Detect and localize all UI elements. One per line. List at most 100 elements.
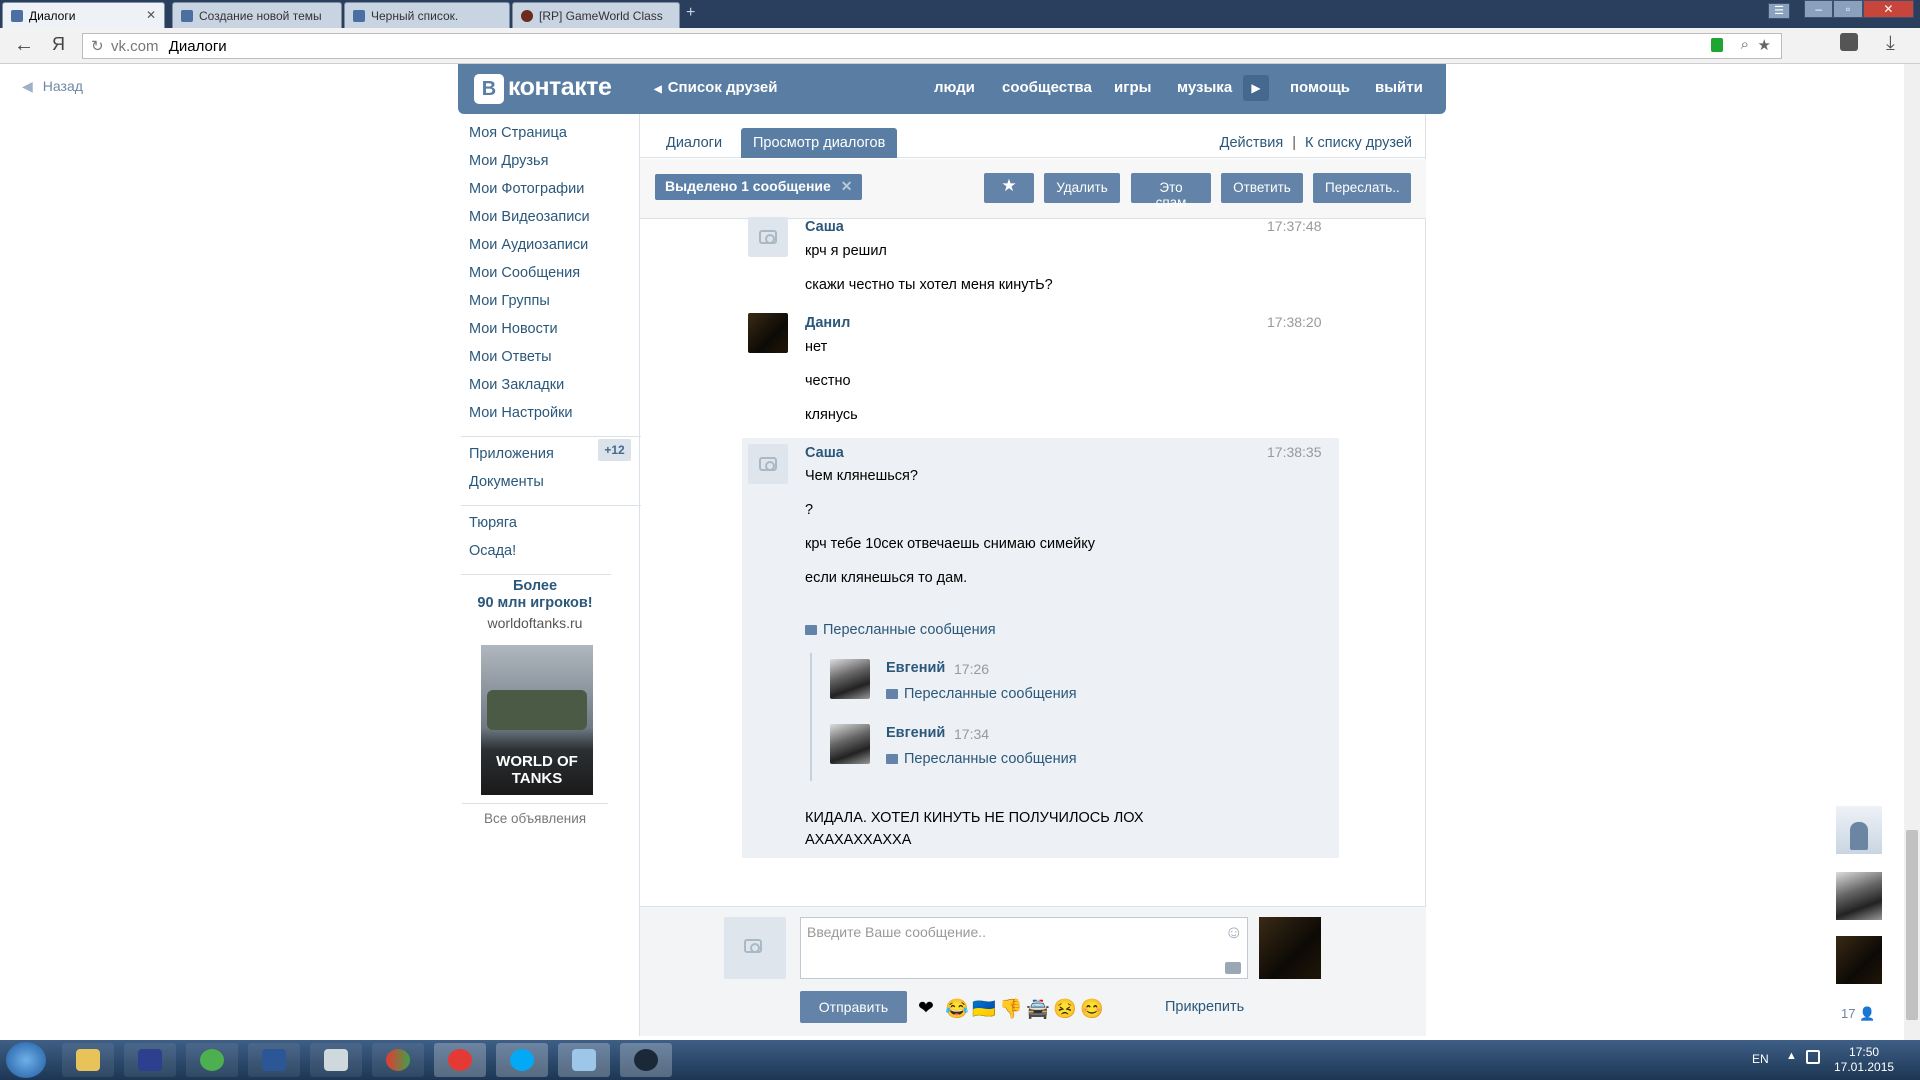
nav-help[interactable]: помощь — [1290, 79, 1350, 96]
ad-image[interactable]: WORLD OF TANKS — [481, 645, 593, 795]
message-time[interactable]: 17:38:20 — [1267, 314, 1322, 330]
language-indicator[interactable]: EN — [1752, 1052, 1769, 1066]
menu-item-groups[interactable]: Мои Группы — [469, 290, 634, 318]
emoji-smile-icon[interactable]: 😊 — [1080, 997, 1104, 1021]
message-time[interactable]: 17:38:35 — [1267, 444, 1322, 460]
notepad-taskbar-icon[interactable] — [558, 1043, 610, 1077]
nav-music[interactable]: музыка — [1177, 79, 1232, 96]
calculator-taskbar-icon[interactable] — [310, 1043, 362, 1077]
menu-item-game-osada[interactable]: Осада! — [469, 540, 634, 568]
forwarded-header[interactable]: Пересланные сообщения — [805, 622, 996, 638]
close-window-icon[interactable]: ✕ — [1862, 0, 1915, 18]
menu-item-audio[interactable]: Мои Аудиозаписи — [469, 234, 634, 262]
forwarded-time[interactable]: 17:34 — [954, 726, 989, 742]
message-author[interactable]: Саша — [805, 219, 844, 235]
browser-tab[interactable]: Диалоги ✕ — [2, 2, 165, 28]
emoji-tears-icon[interactable]: 😂 — [945, 997, 969, 1021]
back-link[interactable]: ◀ Назад — [22, 78, 83, 95]
to-friends-link[interactable]: К списку друзей — [1305, 135, 1412, 151]
smile-icon[interactable]: ☺ — [1225, 922, 1243, 943]
menu-item-friends[interactable]: Мои Друзья — [469, 150, 634, 178]
menu-item-settings[interactable]: Мои Настройки — [469, 402, 634, 430]
menu-item-videos[interactable]: Мои Видеозаписи — [469, 206, 634, 234]
browser-tab[interactable]: Создание новой темы — [172, 2, 342, 28]
spam-button[interactable]: Это спам — [1131, 173, 1211, 210]
avatar[interactable] — [748, 217, 788, 257]
nav-logout[interactable]: выйти — [1375, 79, 1423, 96]
save-taskbar-icon[interactable] — [124, 1043, 176, 1077]
apps-badge[interactable]: +12 — [598, 439, 631, 461]
message-author[interactable]: Саша — [805, 445, 844, 461]
actions-link[interactable]: Действия — [1220, 135, 1284, 151]
emoji-police-car-icon[interactable]: 🚔 — [1026, 997, 1050, 1021]
skype-taskbar-icon[interactable] — [496, 1043, 548, 1077]
my-avatar-placeholder[interactable] — [724, 917, 786, 979]
avatar[interactable] — [748, 313, 788, 353]
nested-forwarded-link[interactable]: Пересланные сообщения — [886, 751, 1077, 767]
scrollbar-thumb[interactable] — [1906, 830, 1918, 1020]
browser-tab[interactable]: [RP] GameWorld Class — [512, 2, 680, 28]
forwarded-author[interactable]: Евгений — [886, 725, 945, 741]
system-clock[interactable]: 17:50 17.01.2015 — [1834, 1045, 1894, 1075]
recipient-photo[interactable] — [1259, 917, 1321, 979]
browser-tab[interactable]: Черный список. — [344, 2, 510, 28]
download-icon[interactable]: ⤓ — [1886, 32, 1895, 55]
tray-arrow-icon[interactable]: ▲ — [1786, 1050, 1797, 1062]
avatar[interactable] — [830, 724, 870, 764]
forwarded-author[interactable]: Евгений — [886, 660, 945, 676]
emoji-heart-icon[interactable]: ❤ — [918, 997, 934, 1020]
avatar[interactable] — [830, 659, 870, 699]
close-tab-icon[interactable]: ✕ — [146, 8, 156, 22]
extension-icon[interactable] — [1840, 33, 1858, 51]
browser-taskbar-icon[interactable] — [186, 1043, 238, 1077]
tab-dialogs[interactable]: Диалоги — [654, 128, 734, 158]
nested-forwarded-link[interactable]: Пересланные сообщения — [886, 686, 1077, 702]
clear-selection-icon[interactable]: ✕ — [841, 178, 853, 194]
maximize-icon[interactable]: ▫ — [1833, 0, 1863, 18]
send-button[interactable]: Отправить — [800, 991, 907, 1023]
menu-item-bookmarks[interactable]: Мои Закладки — [469, 374, 634, 402]
emoji-persevere-icon[interactable]: 😣 — [1053, 997, 1077, 1021]
delete-button[interactable]: Удалить — [1044, 173, 1120, 203]
word-taskbar-icon[interactable] — [248, 1043, 300, 1077]
nav-games[interactable]: игры — [1114, 79, 1151, 96]
online-friend-avatar[interactable] — [1836, 936, 1882, 984]
online-friend-avatar[interactable] — [1836, 806, 1882, 854]
reload-icon[interactable]: ↻ — [91, 37, 104, 55]
browser-menu-icon[interactable]: ☰ — [1768, 3, 1790, 19]
menu-item-news[interactable]: Мои Новости — [469, 318, 634, 346]
attach-photo-icon[interactable] — [1225, 962, 1241, 974]
network-icon[interactable] — [1806, 1050, 1820, 1064]
bookmark-star-icon[interactable]: ★ — [1758, 36, 1771, 54]
menu-item-documents[interactable]: Документы — [469, 471, 634, 499]
menu-item-photos[interactable]: Мои Фотографии — [469, 178, 634, 206]
online-friends-counter[interactable]: 17 👤 — [1841, 1006, 1875, 1022]
menu-item-my-page[interactable]: Моя Страница — [469, 122, 634, 150]
steam-taskbar-icon[interactable] — [620, 1043, 672, 1077]
menu-item-game-turyaga[interactable]: Тюряга — [469, 512, 634, 540]
forward-button[interactable]: Переслать.. — [1313, 173, 1411, 203]
new-tab-icon[interactable]: + — [686, 4, 706, 22]
tab-view-dialogs[interactable]: Просмотр диалогов — [741, 128, 898, 158]
url-input[interactable]: ↻ vk.com Диалоги ⌕ ★ — [82, 33, 1782, 59]
explorer-taskbar-icon[interactable] — [62, 1043, 114, 1077]
reply-button[interactable]: Ответить — [1221, 173, 1303, 203]
back-arrow-icon[interactable]: ← — [14, 34, 34, 57]
all-ads-link[interactable]: Все объявления — [460, 811, 610, 826]
yandex-icon[interactable]: Я — [52, 34, 65, 55]
avatar[interactable] — [748, 444, 788, 484]
nav-communities[interactable]: сообщества — [1002, 79, 1092, 96]
search-icon[interactable]: ⌕ — [1741, 36, 1749, 53]
forwarded-time[interactable]: 17:26 — [954, 661, 989, 677]
friends-list-link[interactable]: ◀ Список друзей — [654, 79, 777, 96]
message-input[interactable]: Введите Ваше сообщение.. ☺ — [800, 917, 1248, 979]
vk-logo-text[interactable]: контакте — [508, 73, 612, 102]
emoji-flag-icon[interactable]: 🇺🇦 — [972, 997, 996, 1021]
message-author[interactable]: Данил — [805, 315, 850, 331]
start-button-icon[interactable] — [6, 1042, 46, 1078]
star-button[interactable]: ★ — [984, 173, 1034, 203]
message-time[interactable]: 17:37:48 — [1267, 218, 1322, 234]
app-taskbar-icon[interactable] — [372, 1043, 424, 1077]
minimize-icon[interactable]: – — [1804, 0, 1834, 18]
online-friend-avatar[interactable] — [1836, 872, 1882, 920]
